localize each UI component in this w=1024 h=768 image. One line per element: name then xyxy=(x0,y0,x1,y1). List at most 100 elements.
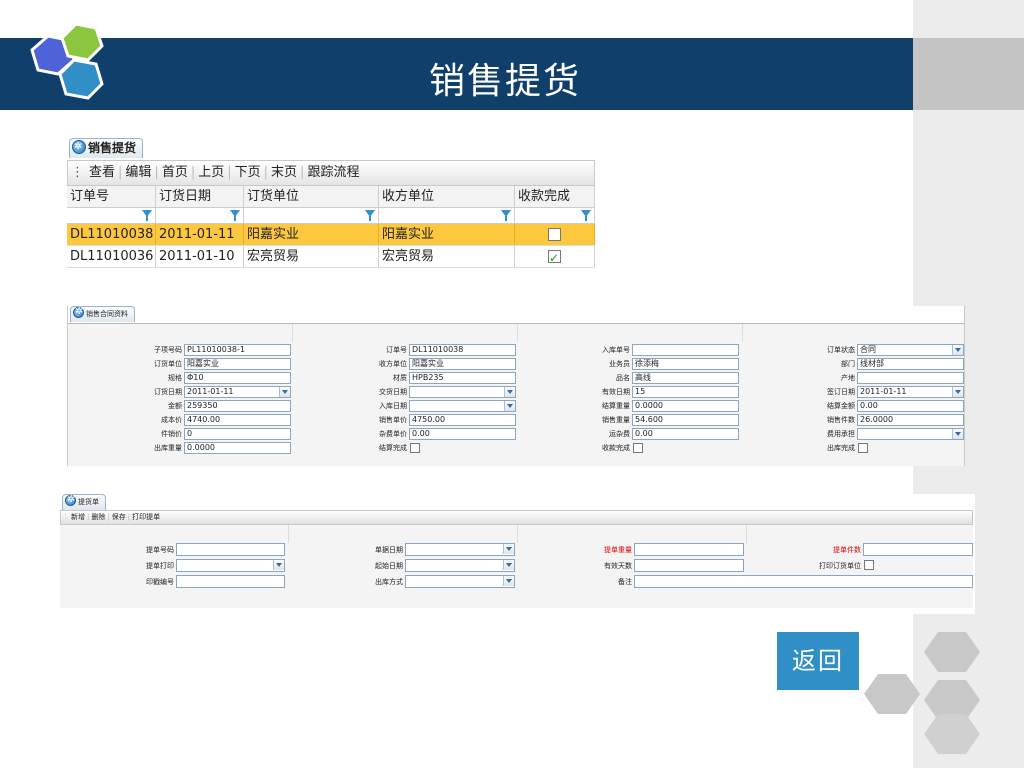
doc-date-picker[interactable] xyxy=(405,543,515,556)
toolbar-prev-button[interactable]: 上页 xyxy=(195,165,227,180)
start-date-picker[interactable] xyxy=(405,559,515,572)
settle-amount-field[interactable]: 0.00 xyxy=(857,400,964,412)
cost-bearer-select[interactable] xyxy=(857,428,964,440)
hexagon-logo-icon xyxy=(30,22,104,100)
department-field[interactable]: 线材部 xyxy=(857,358,964,370)
delivery-form: 提单号码 单据日期 提单重量 提单件数 提单打印 起始日期 有效天数 打印订货单… xyxy=(60,525,973,608)
filter-icon[interactable] xyxy=(142,210,152,221)
toolbar-trace-button[interactable]: 跟踪流程 xyxy=(304,165,362,180)
bill-no-field[interactable] xyxy=(176,543,285,556)
out-done-checkbox[interactable] xyxy=(858,443,868,453)
label-misc-price: 杂费单价 xyxy=(379,430,407,438)
chevron-down-icon[interactable] xyxy=(279,387,290,397)
chevron-down-icon[interactable] xyxy=(504,387,515,397)
filter-icon[interactable] xyxy=(581,210,591,221)
back-button[interactable]: 返回 xyxy=(777,632,859,690)
spec-field[interactable]: Φ10 xyxy=(184,372,291,384)
bill-pieces-field[interactable] xyxy=(863,543,973,556)
filter-icon[interactable] xyxy=(230,210,240,221)
paid-checkbox[interactable] xyxy=(633,443,643,453)
piece-price-field[interactable]: 0 xyxy=(184,428,291,440)
sale-pieces-field[interactable]: 26.0000 xyxy=(857,414,964,426)
order-no-field[interactable]: DL11010038 xyxy=(409,344,516,356)
column-header-date[interactable]: 订货日期 xyxy=(156,186,244,207)
filter-icon[interactable] xyxy=(365,210,375,221)
amount-field[interactable]: 259350 xyxy=(184,400,291,412)
column-header-order-no[interactable]: 订单号 xyxy=(67,186,156,207)
settle-weight-field[interactable]: 0.0000 xyxy=(632,400,739,412)
misc-price-field[interactable]: 0.00 xyxy=(409,428,516,440)
bill-print-select[interactable] xyxy=(176,559,285,572)
label-stock-in-no: 入库单号 xyxy=(602,346,630,354)
sale-price-field[interactable]: 4750.00 xyxy=(409,414,516,426)
toolbar-last-button[interactable]: 末页 xyxy=(268,165,300,180)
bill-weight-field[interactable] xyxy=(634,543,744,556)
receiver-field[interactable]: 阳嘉实业 xyxy=(409,358,516,370)
page-title: 销售提货 xyxy=(428,61,581,102)
toolbar-delete-button[interactable]: 删除 xyxy=(90,513,106,521)
order-date-picker[interactable]: 2011-01-11 xyxy=(184,386,291,398)
valid-days-field[interactable] xyxy=(634,559,744,572)
table-row[interactable]: DL11010038 2011-01-11 阳嘉实业 阳嘉实业 xyxy=(67,224,595,246)
label-receiver: 收方单位 xyxy=(379,360,407,368)
toolbar-next-button[interactable]: 下页 xyxy=(232,165,264,180)
form-icon xyxy=(72,138,86,156)
tab-label: 销售合同资料 xyxy=(86,310,128,318)
chevron-down-icon[interactable] xyxy=(504,401,515,411)
label-bill-print: 提单打印 xyxy=(146,562,174,570)
cost-price-field[interactable]: 4740.00 xyxy=(184,414,291,426)
tab-sales-delivery[interactable]: 销售提货 xyxy=(69,138,144,158)
chevron-down-icon[interactable] xyxy=(503,576,514,586)
toolbar-view-button[interactable]: 查看 xyxy=(86,165,118,180)
grid-header: 订单号 订货日期 订货单位 收方单位 收款完成 xyxy=(67,186,595,208)
label-freight: 运杂费 xyxy=(609,430,630,438)
column-header-buyer[interactable]: 订货单位 xyxy=(244,186,379,207)
chevron-down-icon[interactable] xyxy=(952,387,963,397)
toolbar-save-button[interactable]: 保存 xyxy=(111,513,127,521)
toolbar-add-button[interactable]: 新增 xyxy=(70,513,86,521)
chevron-down-icon[interactable] xyxy=(952,429,963,439)
label-material: 材质 xyxy=(393,374,407,382)
out-weight-field[interactable]: 0.0000 xyxy=(184,442,291,454)
label-bill-pieces: 提单件数 xyxy=(833,546,861,554)
chevron-down-icon[interactable] xyxy=(273,560,284,570)
toolbar-edit-button[interactable]: 编辑 xyxy=(122,165,154,180)
column-header-paid[interactable]: 收款完成 xyxy=(515,186,595,207)
out-method-select[interactable] xyxy=(405,575,515,588)
cell-date: 2011-01-11 xyxy=(156,224,244,245)
stock-in-no-field[interactable] xyxy=(632,344,739,356)
origin-field[interactable] xyxy=(857,372,964,384)
valid-days-field[interactable]: 15 xyxy=(632,386,739,398)
filter-icon[interactable] xyxy=(501,210,511,221)
product-field[interactable]: 高线 xyxy=(632,372,739,384)
label-settle-weight: 结算重量 xyxy=(602,402,630,410)
sub-item-no-field[interactable]: PL11010038-1 xyxy=(184,344,291,356)
stock-in-date-picker[interactable] xyxy=(409,400,516,412)
sale-weight-field[interactable]: 54.600 xyxy=(632,414,739,426)
table-row[interactable]: DL11010036 2011-01-10 宏亮贸易 宏亮贸易 xyxy=(67,246,595,268)
column-header-receiver[interactable]: 收方单位 xyxy=(379,186,515,207)
remark-field[interactable] xyxy=(634,575,973,588)
chevron-down-icon[interactable] xyxy=(503,544,514,554)
paid-checkbox[interactable] xyxy=(548,247,561,267)
sign-date-picker[interactable]: 2011-01-11 xyxy=(857,386,964,398)
chevron-down-icon[interactable] xyxy=(952,345,963,355)
tab-sales-contract[interactable]: 销售合同资料 xyxy=(70,305,135,322)
tab-delivery-bill[interactable]: 提货单 xyxy=(62,493,106,510)
salesman-field[interactable]: 徐添梅 xyxy=(632,358,739,370)
toolbar-print-bill-button[interactable]: 打印提单 xyxy=(131,513,161,521)
label-out-weight: 出库重量 xyxy=(154,444,182,452)
material-field[interactable]: HPB235 xyxy=(409,372,516,384)
paid-checkbox[interactable] xyxy=(548,228,561,241)
tab-label: 销售提货 xyxy=(88,141,137,155)
label-start-date: 起始日期 xyxy=(375,562,403,570)
print-buyer-checkbox[interactable] xyxy=(864,560,874,570)
freight-field[interactable]: 0.00 xyxy=(632,428,739,440)
settled-checkbox[interactable] xyxy=(410,443,420,453)
toolbar-first-button[interactable]: 首页 xyxy=(159,165,191,180)
delivery-date-picker[interactable] xyxy=(409,386,516,398)
seal-no-field[interactable] xyxy=(176,575,285,588)
order-status-select[interactable]: 合同 xyxy=(857,344,964,356)
buyer-field[interactable]: 阳嘉实业 xyxy=(184,358,291,370)
chevron-down-icon[interactable] xyxy=(503,560,514,570)
